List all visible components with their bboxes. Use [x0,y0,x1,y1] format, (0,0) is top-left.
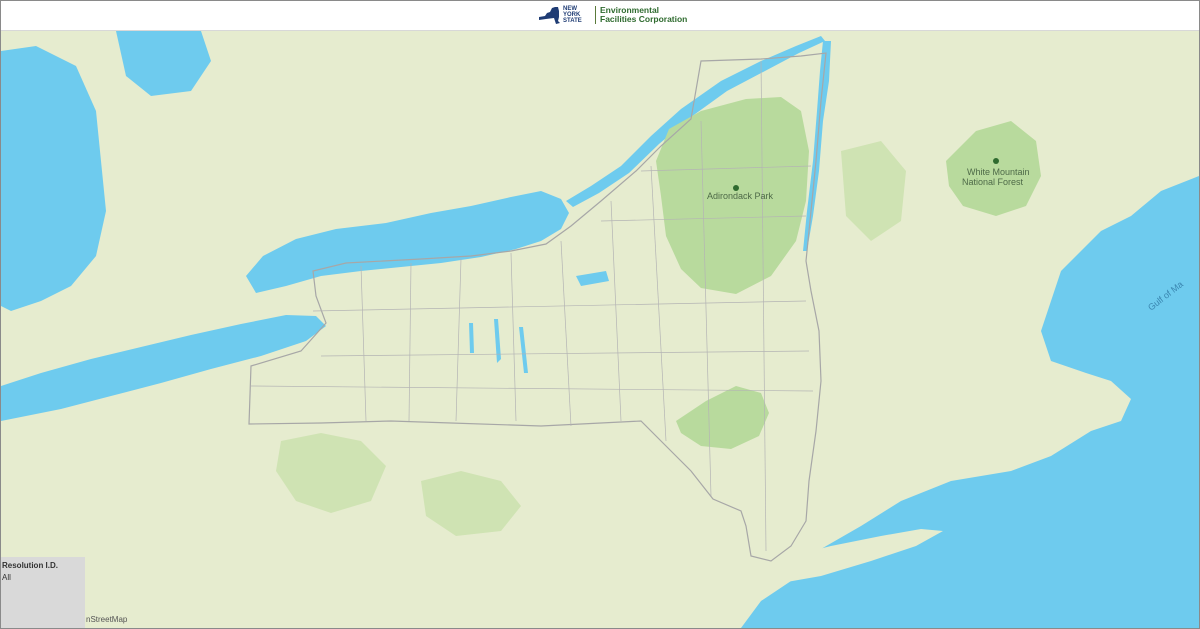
map-attribution[interactable]: nStreetMap [86,615,127,624]
logo-state-line-1: NEW YORK [563,6,581,18]
filter-value[interactable]: All [2,573,11,582]
logo-state-line-2: STATE [563,18,582,24]
filter-title: Resolution I.D. [2,561,58,570]
logo-state-text: NEW YORK STATE [563,6,591,24]
basemap[interactable]: Adirondack Park White Mountain National … [1,31,1199,628]
logo-org-line-2: Facilities Corporation [600,14,688,24]
dashboard-frame: NEW YORK STATE Environmental Facilities … [0,0,1200,629]
logo-divider [595,6,596,24]
resolution-filter-panel[interactable]: Resolution I.D. All [1,557,85,628]
forest-marker-icon [993,158,999,164]
white-mountain-label-1: White Mountain [967,167,1030,177]
white-mountain-label-2: National Forest [962,177,1024,187]
logo-org-name: Environmental Facilities Corporation [600,6,687,24]
header-bar: NEW YORK STATE Environmental Facilities … [1,1,1199,31]
ny-state-outline-icon [539,7,560,24]
adirondack-label: Adirondack Park [707,191,774,201]
efc-logo[interactable]: NEW YORK STATE Environmental Facilities … [536,4,687,26]
map-view[interactable]: Adirondack Park White Mountain National … [1,31,1199,628]
